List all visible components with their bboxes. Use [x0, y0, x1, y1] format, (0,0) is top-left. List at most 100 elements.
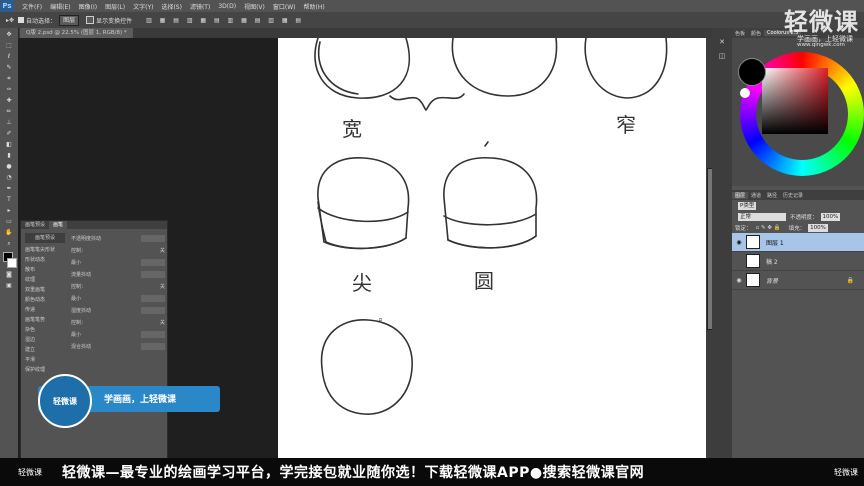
marquee-icon[interactable]: ⬚: [4, 42, 14, 50]
brush-setting-label: 混合抖动: [71, 344, 92, 350]
brush-option[interactable]: 杂色: [25, 325, 65, 335]
tab-brush[interactable]: 画笔: [49, 221, 68, 229]
tab-layers[interactable]: 图层: [732, 191, 749, 199]
menu-image[interactable]: 图像(I): [79, 2, 97, 11]
hand-icon[interactable]: ✋: [4, 229, 14, 237]
screen-mode-icon[interactable]: ▣: [4, 282, 14, 290]
brush-option[interactable]: 形状动态: [25, 255, 65, 265]
layer-name: 图层 1: [766, 239, 784, 247]
tools-panel: ✥ ⬚ ℓ ✎ ⌗ ✑ ✚ ✏ ⊥ ✐ ◧ ▮ ● ◔ ✒ T ▸ ▭ ✋ ⌕ …: [0, 28, 19, 458]
background-color-swatch[interactable]: [7, 258, 17, 268]
brush-preset-button[interactable]: 画笔预设: [25, 233, 65, 243]
tab-paths[interactable]: 路径: [764, 192, 780, 199]
background-swatch[interactable]: [740, 88, 750, 98]
brush-setting-field[interactable]: [141, 307, 165, 314]
canvas[interactable]: 宽 窄 尖 圆 ⌕: [278, 38, 706, 458]
brush-option[interactable]: 湿边: [25, 335, 65, 345]
quick-mask-icon[interactable]: ◙: [4, 271, 14, 279]
pen-icon[interactable]: ✒: [4, 185, 14, 193]
brush-control-dropdown[interactable]: 关: [160, 281, 165, 293]
eye-icon[interactable]: ◉: [735, 239, 743, 246]
eyedropper-icon[interactable]: ✑: [4, 86, 14, 94]
brush-setting-label: 最小: [71, 260, 82, 266]
brush-option[interactable]: 颜色动态: [25, 295, 65, 305]
zoom-icon[interactable]: ⌕: [4, 240, 14, 248]
tab-history[interactable]: 历史记录: [780, 192, 806, 199]
type-icon[interactable]: T: [4, 196, 14, 204]
lock-icon: 🔒: [846, 276, 854, 284]
menu-view[interactable]: 视图(V): [244, 2, 265, 11]
quick-select-icon[interactable]: ✎: [4, 64, 14, 72]
move-icon[interactable]: ✥: [4, 31, 14, 39]
align-icons[interactable]: ▥ ▦ ▤ ▥ ▦ ▤ ▥ ▦ ▤ ▥ ▦ ▤: [146, 17, 304, 24]
brush-control-dropdown[interactable]: 关: [160, 245, 165, 257]
menu-filter[interactable]: 滤镜(T): [190, 2, 210, 11]
brush-setting-field[interactable]: [141, 259, 165, 266]
menu-type[interactable]: 文字(Y): [133, 2, 153, 11]
brush-setting-field[interactable]: [141, 295, 165, 302]
menu-window[interactable]: 窗口(W): [273, 2, 296, 11]
eye-icon[interactable]: ◉: [735, 277, 743, 284]
gradient-icon[interactable]: ▮: [4, 152, 14, 160]
menu-file[interactable]: 文件(F): [22, 2, 42, 11]
auto-select-dropdown[interactable]: 图层: [59, 14, 80, 26]
brush-option[interactable]: 画笔笔势: [25, 315, 65, 325]
brush-option[interactable]: 画笔笔尖形状: [25, 245, 65, 255]
brush-setting-field[interactable]: [141, 331, 165, 338]
brush-icon[interactable]: ✏: [4, 108, 14, 116]
menu-layer[interactable]: 图层(L): [105, 2, 125, 11]
shape-icon[interactable]: ▭: [4, 218, 14, 226]
brush-setting-field[interactable]: [141, 235, 165, 242]
layer-row[interactable]: ◉ 背景 🔒: [732, 271, 864, 290]
brush-option[interactable]: 建立: [25, 345, 65, 355]
eraser-icon[interactable]: ◧: [4, 141, 14, 149]
brush-option[interactable]: 纹理: [25, 275, 65, 285]
tab-channels[interactable]: 通道: [748, 192, 764, 199]
saturation-square[interactable]: [762, 68, 828, 134]
history-brush-icon[interactable]: ✐: [4, 130, 14, 138]
menu-help[interactable]: 帮助(H): [304, 2, 325, 11]
auto-select-checkbox[interactable]: [18, 17, 25, 23]
collapse-icon[interactable]: ✕: [712, 38, 732, 46]
brush-setting-field[interactable]: [141, 343, 165, 350]
blend-mode-dropdown[interactable]: 正常: [738, 212, 786, 221]
eye-icon-hidden[interactable]: ◉: [735, 258, 743, 265]
brush-setting-field[interactable]: [141, 271, 165, 278]
foreground-swatch[interactable]: [738, 58, 766, 86]
menu-3d[interactable]: 3D(D): [218, 3, 236, 10]
layer-row[interactable]: ◉ 稿 2: [732, 252, 864, 271]
layer-kind-filter[interactable]: P类型: [738, 201, 757, 210]
brush-option[interactable]: 传递: [25, 305, 65, 315]
brush-option[interactable]: 平滑: [25, 355, 65, 365]
brush-setting-label: 湿度抖动: [71, 308, 92, 314]
menu-select[interactable]: 选择(S): [161, 2, 182, 11]
layers-panel: 图层 通道 路径 历史记录 P类型 正常 不透明度： 100% 锁定： ▫ ✎ …: [732, 190, 864, 458]
dodge-icon[interactable]: ◔: [4, 174, 14, 182]
path-select-icon[interactable]: ▸: [4, 207, 14, 215]
history-icon[interactable]: ◫: [712, 52, 732, 60]
blur-icon[interactable]: ●: [4, 163, 14, 171]
tab-brush-presets[interactable]: 画笔预设: [21, 221, 49, 229]
opacity-input[interactable]: 100%: [820, 212, 841, 221]
brush-setting-label: 控制：: [71, 284, 87, 290]
brush-control-dropdown[interactable]: 关: [160, 317, 165, 329]
tab-swatches[interactable]: 色板: [732, 30, 748, 37]
menu-edit[interactable]: 编辑(E): [50, 2, 70, 11]
show-transform-checkbox[interactable]: [86, 16, 95, 24]
options-bar: ▸✥ 自动选择： 图层 显示变换控件 ▥ ▦ ▤ ▥ ▦ ▤ ▥ ▦ ▤ ▥ ▦…: [0, 12, 864, 29]
lasso-icon[interactable]: ℓ: [4, 53, 14, 61]
brush-option[interactable]: 双重画笔: [25, 285, 65, 295]
lock-icons[interactable]: ▫ ✎ ✥ 🔒: [756, 225, 781, 231]
fill-input[interactable]: 100%: [808, 223, 828, 232]
banner-right-logo: 轻微课: [834, 467, 858, 477]
layer-row[interactable]: ◉ 图层 1: [732, 233, 864, 252]
document-tab[interactable]: Q版 2.psd @ 22.5% (图层 1, RGB/8) *: [20, 28, 133, 38]
tab-color[interactable]: 颜色: [748, 30, 764, 37]
move-tool-icon[interactable]: ▸✥: [6, 17, 14, 24]
crop-icon[interactable]: ⌗: [4, 75, 14, 83]
stamp-icon[interactable]: ⊥: [4, 119, 14, 127]
layer-thumbnail: [746, 235, 760, 249]
brush-option[interactable]: 散布: [25, 265, 65, 275]
brush-setting-label: 流量抖动: [71, 272, 92, 278]
healing-icon[interactable]: ✚: [4, 97, 14, 105]
